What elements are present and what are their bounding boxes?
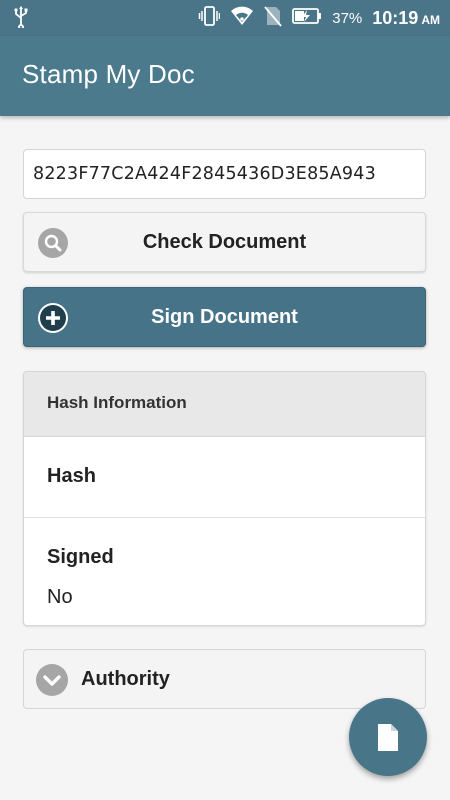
sign-document-label: Sign Document (151, 305, 298, 328)
battery-charging-icon (292, 7, 322, 30)
clock-ampm: AM (421, 12, 440, 27)
authority-label: Authority (81, 668, 170, 690)
wifi-icon (230, 6, 254, 31)
status-bar: 37% 10:19 AM (0, 0, 450, 36)
vibrate-icon (198, 5, 221, 32)
app-title: Stamp My Doc (22, 59, 195, 89)
signed-value: No (47, 586, 73, 608)
sign-document-button[interactable]: Sign Document (23, 287, 426, 347)
chevron-down-icon (36, 664, 68, 696)
clock: 10:19 AM (372, 8, 440, 29)
plus-circle-icon (38, 303, 68, 333)
authority-accordion[interactable]: Authority (23, 649, 426, 709)
signed-label: Signed (47, 546, 114, 568)
usb-icon (14, 6, 28, 33)
hash-input[interactable] (23, 149, 426, 199)
hash-row: Hash (24, 437, 425, 518)
no-sim-icon (264, 5, 282, 32)
card-header: Hash Information (24, 372, 425, 437)
clock-time: 10:19 (372, 7, 419, 28)
card-header-title: Hash Information (47, 393, 187, 412)
document-icon (375, 723, 401, 758)
signed-row: Signed No (24, 518, 425, 625)
check-document-label: Check Document (142, 230, 307, 253)
search-icon (38, 228, 68, 258)
new-document-fab[interactable] (349, 698, 427, 776)
app-bar: Stamp My Doc (0, 36, 450, 116)
hash-information-card: Hash Information Hash Signed No (23, 371, 426, 626)
hash-label: Hash (47, 465, 96, 487)
battery-percentage: 37% (332, 9, 363, 27)
check-document-button[interactable]: Check Document (23, 212, 426, 272)
